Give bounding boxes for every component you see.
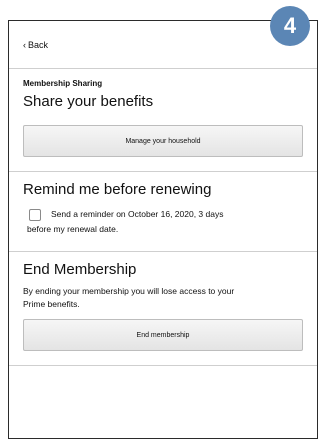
membership-sharing-subtitle: Membership Sharing [23,79,103,88]
reminder-text-line1: Send a reminder on October 16, 2020, 3 d… [51,209,224,219]
reminder-checkbox[interactable] [29,209,41,221]
share-benefits-title: Share your benefits [23,93,154,110]
remind-renewing-title: Remind me before renewing [23,181,212,198]
section-divider [9,365,317,366]
section-divider [9,251,317,252]
end-membership-title: End Membership [23,261,137,278]
end-membership-description-line1: By ending your membership you will lose … [23,286,235,296]
step-number-badge: 4 [270,6,310,46]
back-button[interactable]: ‹ Back [23,40,48,50]
chevron-left-icon: ‹ [23,39,26,50]
end-membership-button[interactable]: End membership [23,319,303,351]
phone-screen: ‹ Back Membership Sharing Share your ben… [8,20,318,439]
reminder-text-line2: before my renewal date. [27,224,119,234]
back-label: Back [28,40,49,50]
manage-household-button[interactable]: Manage your household [23,125,303,157]
end-membership-description-line2: Prime benefits. [23,299,80,309]
section-divider [9,171,317,172]
